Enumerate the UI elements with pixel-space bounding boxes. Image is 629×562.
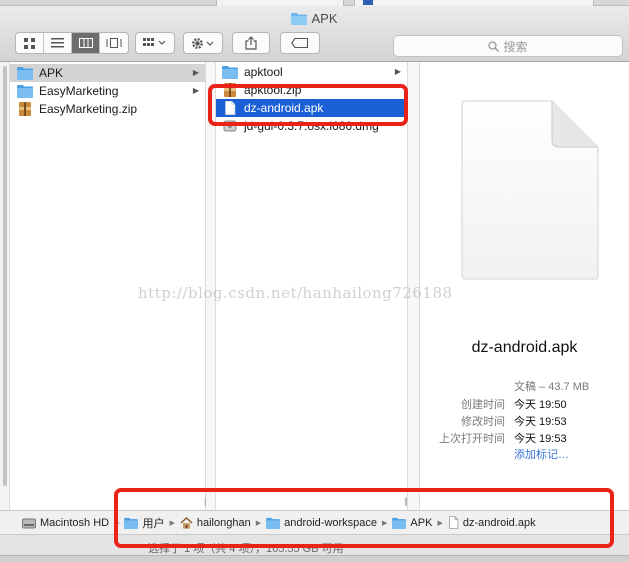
window-title: APK: [0, 11, 629, 26]
document-preview-icon: [461, 100, 599, 280]
preview-pane: dz-android.apk 文稿 – 43.7 MB 创建时间 今天 19:5…: [420, 62, 629, 510]
list-item-easymarketing-zip[interactable]: EasyMarketing.zip: [10, 100, 205, 118]
view-mode-selector[interactable]: [15, 32, 129, 54]
search-field[interactable]: 搜索: [393, 35, 623, 57]
chevron-right-icon: ▶: [192, 68, 199, 77]
path-separator-icon: ▶: [437, 519, 443, 527]
list-item-dz-android-apk[interactable]: dz-android.apk: [216, 99, 407, 117]
zip-archive-icon: [224, 83, 236, 97]
window-title-text: APK: [311, 11, 338, 26]
action-button[interactable]: [183, 32, 223, 54]
folder-icon: [222, 66, 238, 79]
item-label: apktool.zip: [244, 83, 302, 97]
opened-label: 上次打开时间: [439, 433, 505, 445]
column-1: APK ▶ EasyMarketing ▶ EasyMarketing.zip …: [10, 62, 208, 510]
column-resize-handle[interactable]: ||: [404, 496, 408, 506]
path-item-label: android-workspace: [284, 516, 378, 529]
path-item-android-workspace[interactable]: android-workspace: [266, 517, 377, 529]
path-separator-icon: ▶: [114, 519, 120, 527]
kind-label: 文稿: [514, 381, 536, 393]
item-label: APK: [39, 66, 64, 80]
home-icon: [180, 516, 193, 528]
folder-icon: [266, 517, 280, 529]
path-bar: Macintosh HD ▶ 用户 ▶ hailonghan ▶ android…: [0, 510, 629, 534]
list-item-easymarketing[interactable]: EasyMarketing ▶: [10, 82, 205, 100]
toolbar: APK 搜索: [0, 6, 629, 62]
path-item-apk[interactable]: APK: [392, 517, 432, 529]
modified-value: 今天 19:53: [514, 416, 567, 428]
column-divider: [408, 62, 420, 510]
path-item-dz-android-apk[interactable]: dz-android.apk: [448, 516, 536, 529]
column-browser: APK ▶ EasyMarketing ▶ EasyMarketing.zip …: [0, 62, 629, 510]
path-item-macintosh-hd[interactable]: Macintosh HD: [22, 517, 109, 529]
column-divider: [206, 62, 216, 510]
list-item-apktool[interactable]: apktool ▶: [216, 63, 407, 81]
search-placeholder: 搜索: [503, 39, 528, 54]
search-icon: [488, 40, 500, 52]
list-item-jd-gui-dmg[interactable]: jd-gui-0.3.7.osx.i686.dmg: [216, 117, 407, 135]
path-item-users[interactable]: 用户: [124, 515, 164, 531]
item-label: jd-gui-0.3.7.osx.i686.dmg: [244, 119, 379, 133]
path-item-label: APK: [410, 516, 433, 529]
opened-value: 今天 19:53: [514, 433, 567, 445]
folder-icon: [17, 67, 33, 80]
list-item-apktool-zip[interactable]: apktool.zip: [216, 81, 407, 99]
tag-icon: [291, 38, 309, 48]
icon-view-button[interactable]: [16, 33, 44, 53]
cover-flow-button[interactable]: [100, 33, 128, 53]
folder-icon: [291, 13, 308, 25]
zip-archive-icon: [19, 102, 31, 116]
gear-icon: [192, 37, 214, 49]
arrange-button[interactable]: [135, 32, 175, 54]
created-label: 创建时间: [461, 399, 505, 411]
arrange-icon: [143, 38, 166, 46]
path-separator-icon: ▶: [169, 519, 175, 527]
document-icon: [449, 516, 459, 529]
document-icon: [225, 101, 236, 115]
share-button[interactable]: [232, 32, 270, 54]
edit-tags-button[interactable]: [280, 32, 320, 54]
path-separator-icon: ▶: [382, 519, 388, 527]
path-separator-icon: ▶: [255, 519, 262, 527]
list-view-button[interactable]: [44, 33, 72, 53]
window-bottom-edge: [0, 555, 629, 562]
add-tags-link[interactable]: 添加标记…: [514, 446, 569, 462]
column-2: apktool ▶ apktool.zip dz-android.apk jd-…: [216, 62, 408, 510]
share-icon: [245, 36, 257, 50]
folder-icon: [17, 85, 33, 98]
preview-file-name: dz-android.apk: [471, 339, 578, 356]
columns-icon: [78, 38, 93, 48]
item-label: EasyMarketing: [39, 84, 119, 98]
chevron-right-icon: ▶: [394, 67, 401, 76]
path-item-label: 用户: [142, 517, 165, 530]
vertical-scrollbar[interactable]: [0, 62, 10, 510]
preview-kind: 文稿 – 43.7 MB: [514, 381, 590, 393]
folder-icon: [392, 517, 407, 529]
hard-drive-icon: [22, 518, 36, 528]
item-label: EasyMarketing.zip: [39, 102, 138, 116]
file-size: 43.7 MB: [548, 381, 590, 393]
created-value: 今天 19:50: [514, 399, 567, 411]
cover-flow-icon: [106, 38, 122, 48]
list-item-apk[interactable]: APK ▶: [10, 64, 205, 82]
modified-label: 修改时间: [461, 416, 505, 428]
list-icon: [51, 38, 64, 48]
chevron-right-icon: ▶: [192, 86, 199, 95]
path-item-label: Macintosh HD: [40, 516, 110, 529]
finder-window: APK 搜索 APK ▶ EasyMarketing ▶ EasyMarketi…: [0, 0, 629, 562]
item-label: dz-android.apk: [244, 101, 324, 115]
item-label: apktool: [244, 65, 283, 79]
grid-icon: [24, 37, 35, 49]
column-view-button[interactable]: [72, 33, 100, 53]
disk-image-icon: [223, 120, 237, 132]
folder-icon: [124, 517, 139, 529]
path-item-home[interactable]: hailonghan: [180, 517, 251, 529]
path-item-label: dz-android.apk: [462, 516, 536, 529]
status-text: 选择了 1 项（共 4 项），165.55 GB 可用: [148, 543, 344, 555]
path-item-label: hailonghan: [196, 516, 251, 529]
